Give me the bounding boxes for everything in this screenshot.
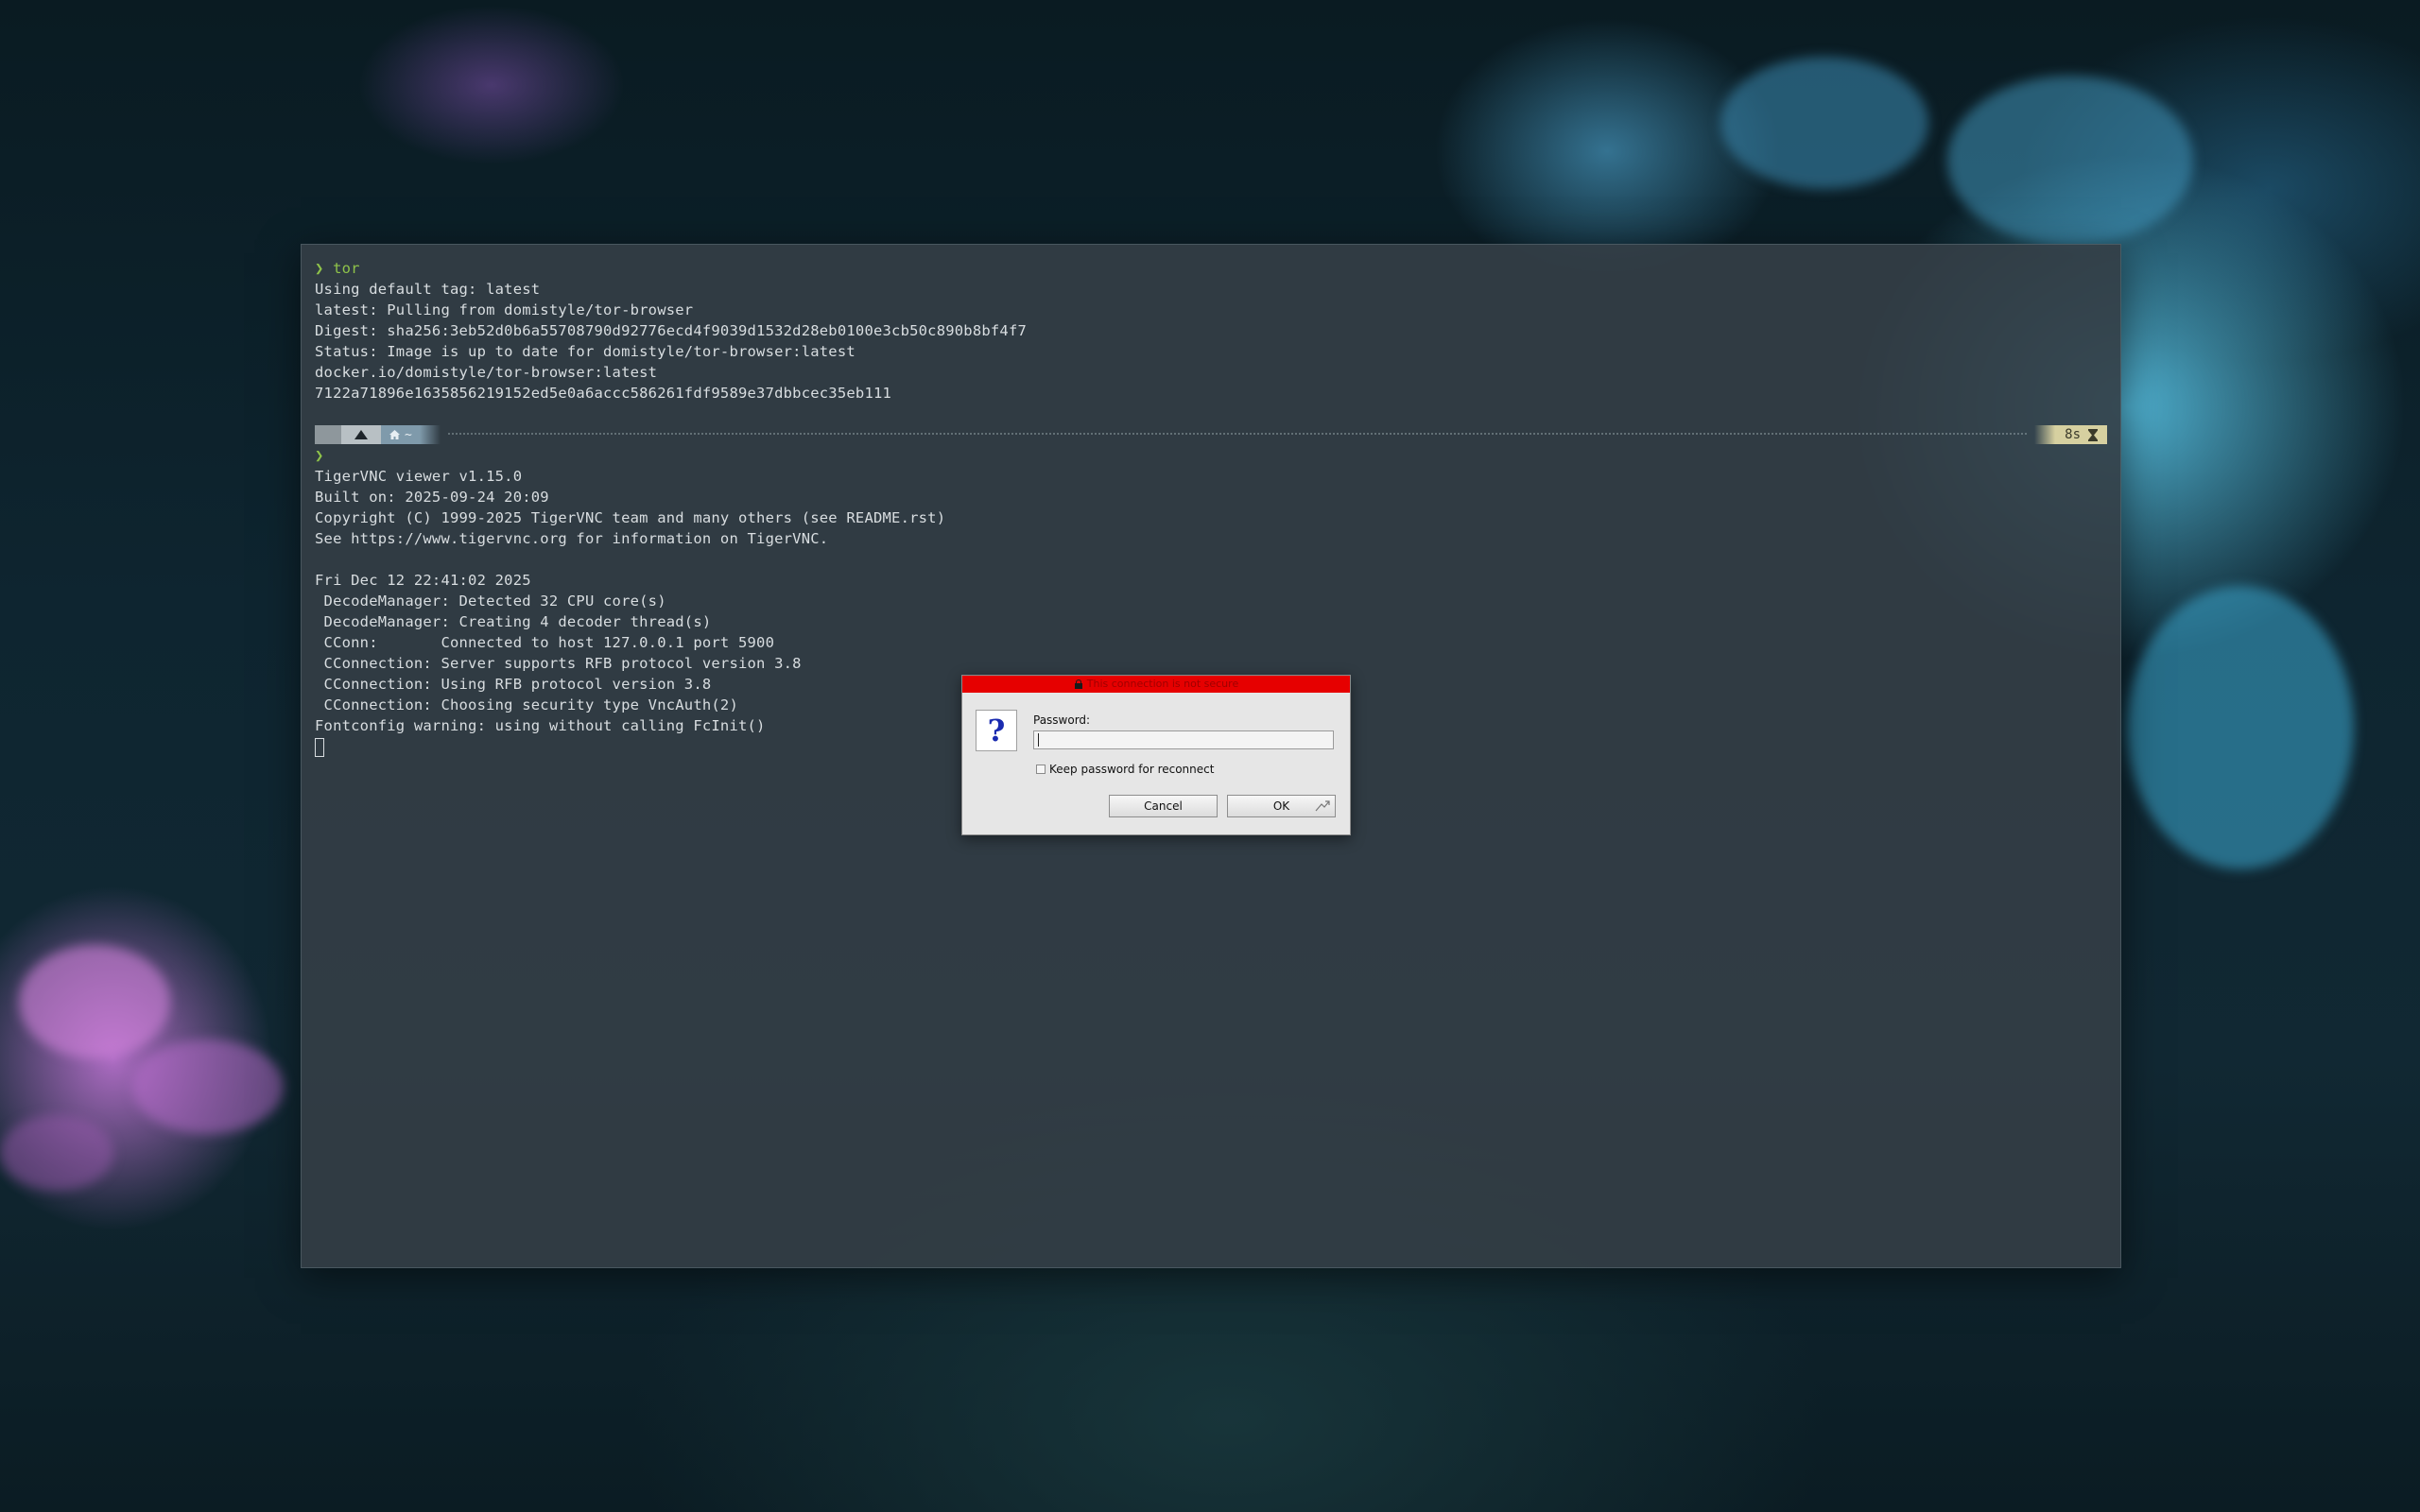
terminal-line: docker.io/domistyle/tor-browser:latest (315, 364, 658, 381)
prompt-command: tor (333, 260, 360, 277)
dialog-title: This connection is not secure (1086, 678, 1239, 690)
ok-button[interactable]: OK (1227, 795, 1336, 817)
cancel-button[interactable]: Cancel (1109, 795, 1218, 817)
terminal-line: DecodeManager: Detected 32 CPU core(s) (315, 593, 666, 610)
ok-button-label: OK (1272, 799, 1290, 813)
terminal-line: Built on: 2025-09-24 20:09 (315, 489, 549, 506)
terminal-line: DecodeManager: Creating 4 decoder thread… (315, 613, 712, 630)
prompt-line: ❯ tor (315, 258, 2107, 279)
terminal-line: Using default tag: latest (315, 281, 541, 298)
prompt-status-bar: ~ 8s (315, 424, 2107, 445)
terminal-line: latest: Pulling from domistyle/tor-brows… (315, 301, 694, 318)
terminal-line: Status: Image is up to date for domistyl… (315, 343, 856, 360)
keep-password-option[interactable]: Keep password for reconnect (1036, 763, 1214, 776)
prompt-segment-start (315, 425, 341, 444)
terminal-line: See https://www.tigervnc.org for informa… (315, 530, 829, 547)
password-input[interactable] (1033, 730, 1334, 749)
prompt-arrow: ❯ (315, 447, 324, 464)
keep-password-label: Keep password for reconnect (1049, 763, 1215, 776)
question-icon: ? (976, 710, 1017, 751)
terminal-line: CConnection: Server supports RFB protoco… (315, 655, 802, 672)
elapsed-time: 8s (2065, 427, 2081, 442)
terminal-line: TigerVNC viewer v1.15.0 (315, 468, 523, 485)
terminal-line: Fri Dec 12 22:41:02 2025 (315, 572, 531, 589)
vnc-password-dialog: This connection is not secure ? Password… (961, 675, 1351, 835)
text-caret (1038, 733, 1039, 747)
prompt-line: ❯ (315, 445, 2107, 466)
terminal-line: 7122a71896e1635856219152ed5e0a6accc58626… (315, 385, 892, 402)
elapsed-time-segment: 8s (2055, 425, 2107, 444)
prompt-dir-segment: ~ (381, 425, 420, 444)
terminal-line: Digest: sha256:3eb52d0b6a55708790d92776e… (315, 322, 1028, 339)
terminal-output-docker: ❯ tor Using default tag: latest latest: Pu… (315, 258, 2107, 404)
prompt-arrow: ❯ (315, 260, 324, 277)
password-label: Password: (1033, 713, 1091, 727)
dialog-title-bar: This connection is not secure (962, 676, 1350, 693)
resize-grip-icon (1315, 800, 1330, 812)
os-icon (341, 425, 381, 444)
prompt-dir-label: ~ (405, 427, 412, 442)
terminal-cursor (315, 737, 324, 757)
home-icon (389, 430, 400, 439)
keep-password-checkbox[interactable] (1036, 765, 1046, 774)
insecure-lock-icon (1074, 679, 1083, 689)
hourglass-icon (2088, 428, 2098, 441)
prompt-filler-dots (447, 433, 2028, 437)
terminal-line: Copyright (C) 1999-2025 TigerVNC team an… (315, 509, 946, 526)
terminal-line: CConn: Connected to host 127.0.0.1 port … (315, 634, 775, 651)
